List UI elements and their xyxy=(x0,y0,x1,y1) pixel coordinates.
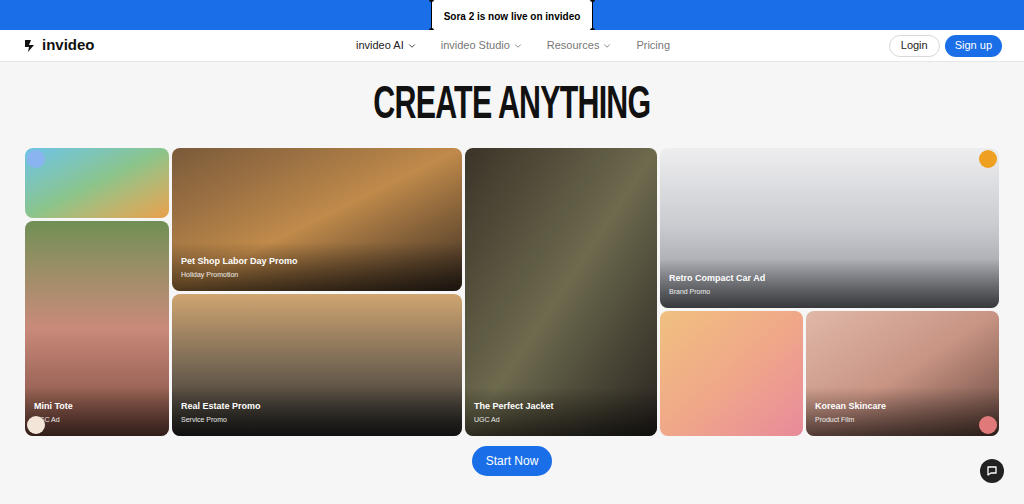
handle-dot xyxy=(590,0,595,2)
card-tag: UGC Ad xyxy=(474,415,648,424)
card-tag: Brand Promo xyxy=(669,287,990,296)
logo[interactable]: invideo xyxy=(22,34,95,57)
decor-dot xyxy=(979,416,997,434)
template-card[interactable]: Real Estate Promo Service Promo xyxy=(172,294,462,437)
nav-item[interactable]: invideo Studio xyxy=(441,37,523,54)
invideo-logo-icon xyxy=(22,38,38,54)
card-tag: Service Promo xyxy=(181,415,453,424)
decor-dot xyxy=(979,150,997,168)
template-card[interactable]: Mini Tote UGC Ad xyxy=(25,221,169,436)
decor-dot xyxy=(27,416,45,434)
card-caption: Retro Compact Car Ad Brand Promo xyxy=(660,259,999,308)
decor-dot xyxy=(27,150,45,168)
page: Sora 2 is now live on invideoinvideoinvi… xyxy=(0,0,1024,504)
card-caption: The Perfect Jacket UGC Ad xyxy=(465,387,657,436)
login-button[interactable]: Login xyxy=(889,35,940,57)
card-title: Korean Skincare xyxy=(815,401,990,412)
navbar: invideo invideo AI invideo Studio Resources… xyxy=(0,30,1024,62)
hero-title: CREATE ANYTHING xyxy=(373,78,650,126)
gradient-card[interactable] xyxy=(660,311,803,436)
chevron-down-icon xyxy=(407,41,417,51)
template-card[interactable]: Retro Compact Car Ad Brand Promo xyxy=(660,148,999,308)
nav-item[interactable]: invideo AI xyxy=(356,37,417,54)
card-title: The Perfect Jacket xyxy=(474,401,648,412)
card-caption: Pet Shop Labor Day Promo Holiday Promotio… xyxy=(172,242,462,291)
card-title: Retro Compact Car Ad xyxy=(669,273,990,284)
chevron-down-icon xyxy=(513,41,523,51)
banner-badge[interactable]: Sora 2 is now live on invideo xyxy=(431,0,594,31)
template-card[interactable]: The Perfect Jacket UGC Ad xyxy=(465,148,657,436)
card-caption: Real Estate Promo Service Promo xyxy=(172,387,462,436)
card-title: Real Estate Promo xyxy=(181,401,453,412)
announcement-banner: Sora 2 is now live on invideo xyxy=(0,0,1024,30)
grid-column: Retro Compact Car Ad Brand Promo Korean Sk… xyxy=(660,148,999,436)
banner-text: Sora 2 is now live on invideo xyxy=(444,11,581,22)
template-grid: Mini Tote UGC Ad Pet Shop Labor Day Promo H… xyxy=(25,148,999,436)
nav-item[interactable]: Resources xyxy=(547,37,613,54)
grid-column: The Perfect Jacket UGC Ad xyxy=(465,148,657,436)
auth-buttons: LoginSign up xyxy=(889,35,1002,57)
chat-button[interactable] xyxy=(980,459,1004,483)
card-tag: UGC Ad xyxy=(34,415,160,424)
card-wrap: Korean Skincare Product Film xyxy=(806,311,999,436)
logo-text: invideo xyxy=(42,34,95,57)
grid-column: Mini Tote UGC Ad xyxy=(25,148,169,436)
chevron-down-icon xyxy=(602,41,612,51)
card-wrap: Retro Compact Car Ad Brand Promo xyxy=(660,148,999,308)
nav-menu: invideo AI invideo Studio Resources Pricing xyxy=(356,37,670,54)
nav-item[interactable]: Pricing xyxy=(636,37,670,54)
card-title: Mini Tote xyxy=(34,401,160,412)
template-card[interactable]: Pet Shop Labor Day Promo Holiday Promotio… xyxy=(172,148,462,291)
card-title: Pet Shop Labor Day Promo xyxy=(181,256,453,267)
card-caption: Korean Skincare Product Film xyxy=(806,387,999,436)
template-card[interactable]: Korean Skincare Product Film xyxy=(806,311,999,436)
card-wrap: Mini Tote UGC Ad xyxy=(25,221,169,436)
signup-button[interactable]: Sign up xyxy=(945,35,1002,57)
start-now-button[interactable]: Start Now xyxy=(472,446,553,476)
card-tag: Product Film xyxy=(815,415,990,424)
hero: CREATE ANYTHING Mini Tote UGC Ad Pet Shop L… xyxy=(0,62,1024,476)
card-caption: Mini Tote UGC Ad xyxy=(25,387,169,436)
grid-row: Korean Skincare Product Film xyxy=(660,311,999,436)
grid-column: Pet Shop Labor Day Promo Holiday Promotio… xyxy=(172,148,462,436)
handle-dot xyxy=(429,0,434,2)
chat-icon xyxy=(986,465,998,477)
gradient-card[interactable] xyxy=(25,148,169,218)
card-tag: Holiday Promotion xyxy=(181,270,453,279)
